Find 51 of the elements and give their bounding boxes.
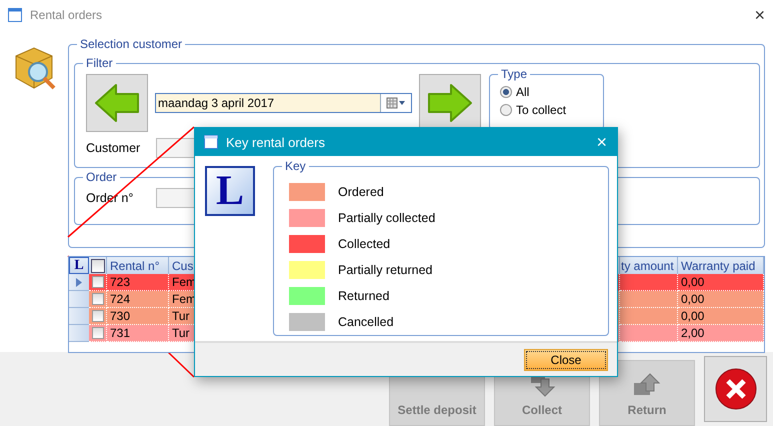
- row-header[interactable]: [69, 291, 89, 308]
- group-label: Order: [83, 170, 120, 184]
- radio-option[interactable]: To collect: [500, 101, 603, 119]
- group-label: Key: [282, 159, 309, 174]
- arrow-up-box-icon: [632, 373, 662, 397]
- column-header[interactable]: Warranty paid: [678, 257, 764, 274]
- close-icon: [714, 368, 756, 410]
- previous-button[interactable]: [86, 74, 148, 132]
- group-label: Type: [498, 67, 530, 81]
- column-header[interactable]: Rental n°: [107, 257, 169, 274]
- date-field[interactable]: maandag 3 april 2017: [155, 93, 412, 113]
- table-cell: 730: [107, 308, 169, 325]
- window-title: Rental orders: [30, 8, 102, 22]
- checkbox[interactable]: [92, 276, 104, 288]
- checkbox[interactable]: [90, 258, 104, 272]
- table-cell: 0,00: [678, 274, 764, 291]
- legend-label: Ordered: [338, 185, 384, 200]
- table-cell: 723: [107, 274, 169, 291]
- table-cell: 731: [107, 325, 169, 342]
- radio-option[interactable]: All: [500, 83, 603, 101]
- row-header[interactable]: [69, 325, 89, 342]
- close-button[interactable]: ×: [596, 132, 607, 153]
- window-icon: [204, 135, 218, 150]
- close-button[interactable]: ×: [754, 4, 765, 26]
- checkbox[interactable]: [92, 327, 104, 339]
- row-header[interactable]: [69, 308, 89, 325]
- exit-button[interactable]: [704, 356, 767, 422]
- legend-label: Returned: [338, 289, 390, 304]
- row-pointer-icon: [76, 278, 82, 286]
- group-label: Filter: [83, 56, 116, 70]
- legend-label: Partially returned: [338, 263, 432, 278]
- dialog-title: Key rental orders: [226, 134, 325, 150]
- legend-logo: L: [205, 166, 255, 216]
- right-arrow-icon: [427, 83, 473, 123]
- close-dialog-button[interactable]: Close: [524, 348, 608, 371]
- table-cell: 724: [107, 291, 169, 308]
- checkbox[interactable]: [92, 293, 104, 305]
- legend-button[interactable]: L: [69, 257, 89, 274]
- legend-label: Partially collected: [338, 211, 436, 226]
- field-label: Customer: [86, 141, 142, 155]
- legend-label: Cancelled: [338, 315, 394, 330]
- table-cell: 0,00: [678, 308, 764, 325]
- column-header[interactable]: ty amount: [620, 257, 678, 274]
- left-arrow-icon: [94, 83, 140, 123]
- legend-label: Collected: [338, 237, 390, 252]
- window-icon: [8, 8, 22, 22]
- checkbox[interactable]: [92, 310, 104, 322]
- group-label: Selection customer: [77, 37, 186, 51]
- table-cell: 2,00: [678, 325, 764, 342]
- table-cell: 0,00: [678, 291, 764, 308]
- calendar-icon: [386, 97, 406, 109]
